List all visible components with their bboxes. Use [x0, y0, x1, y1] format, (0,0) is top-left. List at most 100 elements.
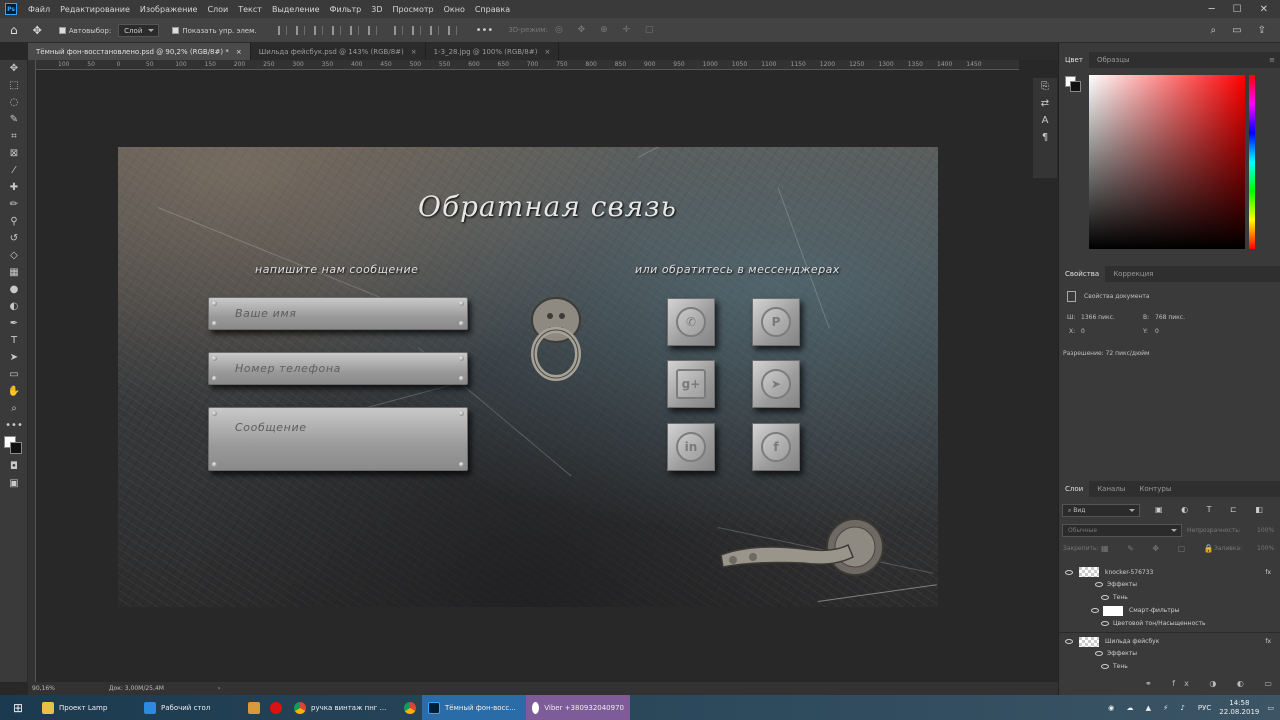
- clock[interactable]: 14:58 22.08.2019: [1219, 699, 1259, 717]
- visibility-eye-icon[interactable]: [1095, 651, 1103, 656]
- character-panel-icon[interactable]: A: [1033, 112, 1057, 129]
- menu-3d[interactable]: 3D: [366, 5, 387, 14]
- tab-adjustments[interactable]: Коррекция: [1107, 266, 1159, 282]
- autoselect-checkbox[interactable]: Автовыбор:: [58, 26, 111, 35]
- blur-icon[interactable]: ●: [0, 281, 28, 298]
- healing-brush-icon[interactable]: ✚: [0, 179, 28, 196]
- visibility-eye-icon[interactable]: [1065, 569, 1073, 575]
- telegram-button[interactable]: ➤: [752, 360, 800, 408]
- distribute-h-icon[interactable]: [411, 25, 421, 35]
- height-value[interactable]: 768 пикс.: [1155, 314, 1185, 321]
- start-button[interactable]: ⊞: [0, 695, 36, 720]
- facebook-button[interactable]: f: [752, 423, 800, 471]
- layer-filter-icons[interactable]: ▣ ◐ T ⊏ ◧: [1155, 505, 1271, 514]
- menu-image[interactable]: Изображение: [135, 5, 203, 14]
- zoom-tool-icon[interactable]: ⌕: [0, 400, 28, 417]
- move-tool-icon[interactable]: ✥: [0, 60, 28, 77]
- minimize-icon[interactable]: ─: [1209, 4, 1215, 15]
- visibility-eye-icon[interactable]: [1095, 582, 1103, 587]
- opacity-value[interactable]: 100%: [1257, 527, 1274, 534]
- layer-effects-row[interactable]: Эффекты: [1059, 578, 1280, 591]
- search-icon[interactable]: ⌕: [1211, 25, 1217, 36]
- quick-mask-icon[interactable]: ◘: [0, 458, 28, 475]
- layer-shadow-row[interactable]: Тень: [1059, 660, 1280, 673]
- paragraph-panel-icon[interactable]: ¶: [1033, 129, 1057, 146]
- tab-dark-bg[interactable]: Тёмный фон-восстановлено.psd @ 90,2% (RG…: [28, 43, 251, 60]
- align-left-icon[interactable]: [277, 25, 287, 35]
- canvas-artwork[interactable]: Обратная связь напишите нам сообщение ил…: [118, 147, 938, 607]
- phone-field[interactable]: Номер телефона: [208, 352, 468, 385]
- type-tool-icon[interactable]: T: [0, 332, 28, 349]
- photoshop-logo-icon[interactable]: Ps: [5, 3, 17, 15]
- color-swatches[interactable]: [0, 434, 27, 458]
- y-value[interactable]: 0: [1155, 328, 1159, 335]
- bg-color-swatch[interactable]: [1070, 81, 1081, 92]
- eraser-icon[interactable]: ◇: [0, 247, 28, 264]
- zoom-level[interactable]: 90,16%: [32, 685, 55, 692]
- menu-type[interactable]: Текст: [233, 5, 267, 14]
- smart-filters-row[interactable]: Смарт-фильтры: [1059, 604, 1280, 617]
- menu-help[interactable]: Справка: [470, 5, 515, 14]
- more-options-icon[interactable]: •••: [476, 25, 494, 36]
- shape-tool-icon[interactable]: ▭: [0, 366, 28, 383]
- dodge-icon[interactable]: ◐: [0, 298, 28, 315]
- viber-button[interactable]: ✆: [667, 298, 715, 346]
- align-middle-icon[interactable]: [349, 25, 359, 35]
- menu-select[interactable]: Выделение: [267, 5, 325, 14]
- taskbar-chrome-pinned[interactable]: [398, 695, 422, 720]
- layer-effects-row[interactable]: Эффекты: [1059, 647, 1280, 660]
- layer-dropdown[interactable]: Слой: [118, 23, 160, 37]
- layer-actions-icons[interactable]: ⚭ fx ◑ ◐ ▭ ⊞ 🗑: [1145, 679, 1280, 688]
- width-value[interactable]: 1366 пикс.: [1081, 314, 1115, 321]
- tray-icons[interactable]: ◉ ☁ ▲ ⚡ ♪: [1108, 704, 1190, 712]
- eyedropper-icon[interactable]: ⁄: [0, 162, 28, 179]
- color-picker-field[interactable]: [1089, 75, 1245, 249]
- distribute-v-icon[interactable]: [429, 25, 439, 35]
- notifications-icon[interactable]: ▭: [1267, 704, 1274, 712]
- align-center-icon[interactable]: [295, 25, 305, 35]
- name-field[interactable]: Ваше имя: [208, 297, 468, 330]
- pen-tool-icon[interactable]: ✒: [0, 315, 28, 332]
- hand-tool-icon[interactable]: ✋: [0, 383, 28, 400]
- taskbar-item-chrome[interactable]: ручка винтаж пнг ...: [288, 695, 398, 720]
- menu-window[interactable]: Окно: [439, 5, 470, 14]
- 3d-mode-icons[interactable]: ◎ ✥ ⊕ ✛ ▢: [555, 25, 659, 35]
- tab-close-icon[interactable]: ×: [236, 48, 242, 56]
- fx-icon[interactable]: fx: [1265, 638, 1271, 645]
- more-tools-icon[interactable]: •••: [0, 417, 28, 434]
- visibility-eye-icon[interactable]: [1065, 639, 1073, 644]
- align-top-icon[interactable]: [331, 25, 341, 35]
- menu-layers[interactable]: Слои: [202, 5, 233, 14]
- tab-layers[interactable]: Слои: [1059, 481, 1090, 497]
- tab-color[interactable]: Цвет: [1059, 52, 1089, 68]
- taskbar-pinned-apps[interactable]: [242, 695, 288, 720]
- taskbar-item-photoshop[interactable]: Тёмный фон-восс...: [422, 695, 526, 720]
- path-select-icon[interactable]: ➤: [0, 349, 28, 366]
- visibility-eye-icon[interactable]: [1091, 608, 1099, 613]
- history-panel-icon[interactable]: ⎘: [1033, 78, 1057, 95]
- visibility-eye-icon[interactable]: [1101, 664, 1109, 669]
- message-field[interactable]: Сообщение: [208, 407, 468, 471]
- maximize-icon[interactable]: ☐: [1233, 4, 1242, 15]
- fill-value[interactable]: 100%: [1257, 545, 1274, 552]
- distribute-spacing-icon[interactable]: [447, 25, 457, 35]
- adjustments-icon[interactable]: ⇄: [1033, 95, 1057, 112]
- status-arrow-icon[interactable]: ›: [218, 685, 220, 692]
- tab-channels[interactable]: Каналы: [1091, 481, 1131, 497]
- quick-select-icon[interactable]: ✎: [0, 111, 28, 128]
- app-icon[interactable]: [248, 701, 260, 714]
- visibility-eye-icon[interactable]: [1101, 621, 1109, 626]
- layer-shadow-row[interactable]: Тень: [1059, 591, 1280, 604]
- marquee-tool-icon[interactable]: ⬚: [0, 77, 28, 94]
- brush-tool-icon[interactable]: ✏: [0, 196, 28, 213]
- frame-tool-icon[interactable]: ⊠: [0, 145, 28, 162]
- tab-properties[interactable]: Свойства: [1059, 266, 1106, 282]
- tab-close-icon[interactable]: ×: [411, 48, 417, 56]
- home-icon[interactable]: ⌂: [10, 23, 18, 37]
- align-bottom-icon[interactable]: [367, 25, 377, 35]
- tab-facebook-plate[interactable]: Шильда фейсбук.psd @ 143% (RGB/8#) ×: [251, 43, 426, 60]
- tab-close-icon[interactable]: ×: [544, 48, 550, 56]
- google-plus-button[interactable]: g+: [667, 360, 715, 408]
- pinterest-button[interactable]: P: [752, 298, 800, 346]
- menu-file[interactable]: Файл: [23, 5, 55, 14]
